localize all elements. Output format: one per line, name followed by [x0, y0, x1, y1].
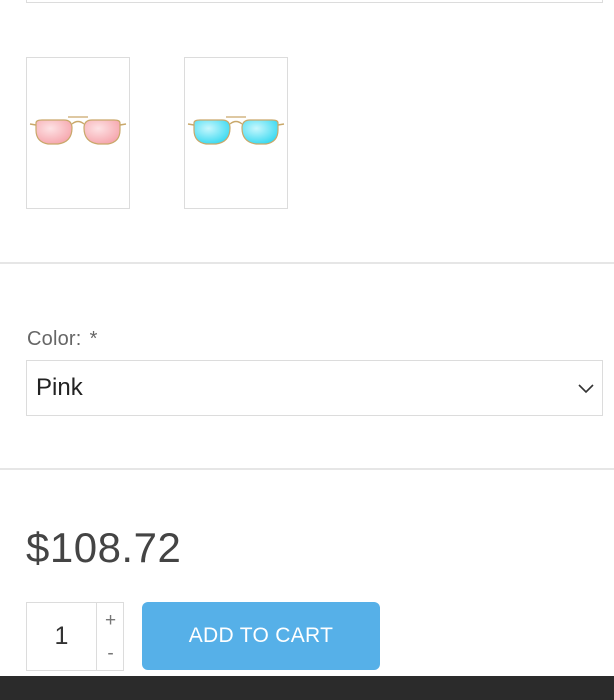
section-divider [0, 262, 614, 264]
bottom-bar [0, 676, 614, 700]
product-page: Color: * Pink $108.72 1 + - ADD TO CART [0, 0, 614, 700]
image-frame-bottom-edge [26, 0, 603, 3]
add-to-cart-button[interactable]: ADD TO CART [142, 602, 380, 670]
quantity-input[interactable]: 1 [27, 603, 96, 670]
color-select-value: Pink [36, 374, 83, 401]
quantity-increment-button[interactable]: + [97, 604, 124, 637]
sunglasses-blue-image [187, 116, 285, 145]
color-select[interactable]: Pink [26, 360, 603, 416]
quantity-stepper: 1 + - [26, 602, 124, 671]
section-divider [0, 468, 614, 470]
color-label-text: Color: [27, 328, 82, 350]
chevron-down-icon [578, 384, 594, 394]
thumbnail-pink[interactable] [26, 57, 130, 209]
product-price: $108.72 [26, 524, 182, 571]
required-mark: * [89, 328, 98, 350]
color-option-label: Color: * [27, 328, 98, 351]
quantity-decrement-button[interactable]: - [97, 637, 124, 670]
sunglasses-pink-image [29, 116, 127, 145]
thumbnail-blue[interactable] [184, 57, 288, 209]
